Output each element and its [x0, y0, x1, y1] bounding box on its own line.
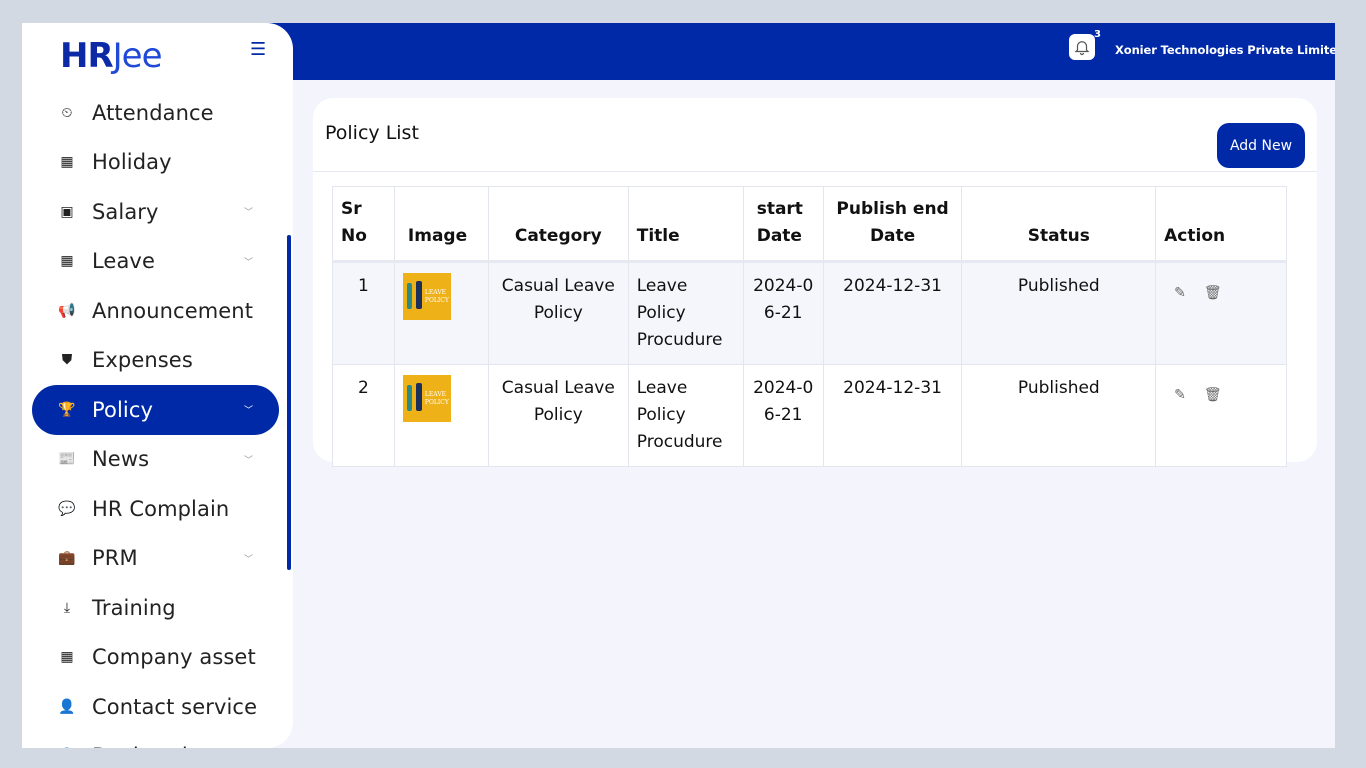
trash-icon[interactable]: 🗑 [1204, 382, 1222, 409]
chevron-down-icon: ﹀ [243, 257, 253, 268]
cell-title: Leave Policy Procudure [627, 261, 744, 365]
sidebar-menu: ⏲ Attendance ▦ Holiday ▣ Salary ﹀ ▦ Leave ﹀ 📢 Annou… [32, 88, 279, 748]
sidebar-item-label: News [92, 447, 150, 472]
user-icon: 👤 [58, 698, 76, 715]
sidebar-item-company-asset[interactable]: ▦ Company asset [32, 633, 279, 683]
calendar-icon: ▦ [60, 154, 74, 171]
column-header-start-date: start Date [742, 186, 824, 262]
divider [313, 171, 1317, 172]
sidebar-item-expenses[interactable]: ⛊ Expenses [32, 336, 279, 386]
company-selector[interactable]: Xonier Technologies Private Limited❯ [1115, 43, 1335, 57]
calendar-icon: ▦ [60, 649, 74, 666]
sidebar-item-hr-complain[interactable]: 💬 HR Complain [32, 484, 279, 534]
cell-sr-no: 1 [332, 261, 395, 365]
sidebar-item-training[interactable]: ⤓ Training [32, 583, 279, 633]
megaphone-icon: 📢 [58, 302, 76, 319]
sidebar-item-label: Attendance [92, 100, 214, 125]
column-header-image: Image [393, 186, 489, 262]
cell-status: Published [961, 261, 1157, 365]
cell-start-date: 2024-06-21 [742, 261, 824, 365]
add-new-button[interactable]: Add New [1217, 123, 1305, 168]
sidebar-item-prm[interactable]: 💼 PRM ﹀ [32, 534, 279, 584]
sidebar-item-label: Announcement [92, 298, 254, 323]
clock-icon: ⏲ [61, 104, 73, 121]
sidebar-item-label: Declaration [92, 744, 214, 748]
sidebar-item-announcement[interactable]: 📢 Announcement [32, 286, 279, 336]
sidebar-item-holiday[interactable]: ▦ Holiday [32, 138, 279, 188]
table-row: 1 LEAVE POLICY Casual Leave Policy Leave Po… [332, 261, 1287, 365]
sidebar-item-label: Leave [92, 249, 155, 274]
money-icon: ▣ [60, 203, 74, 220]
cell-title: Leave Policy Procudure [627, 364, 744, 467]
newspaper-icon: 📰 [58, 451, 76, 468]
trash-icon[interactable]: 🗑 [1204, 280, 1222, 307]
chevron-down-icon: ﹀ [243, 455, 253, 466]
company-name: Xonier Technologies Private Limited [1115, 43, 1335, 57]
cell-category: Casual Leave Policy [487, 261, 629, 365]
thumbnail-text: LEAVE POLICY [424, 289, 449, 304]
app-window: 3 Xonier Technologies Private Limited❯ H… [22, 23, 1335, 748]
cell-action: ✎ 🗑 [1155, 261, 1287, 365]
sidebar-item-label: HR Complain [92, 496, 230, 521]
sidebar-item-news[interactable]: 📰 News ﹀ [32, 435, 279, 485]
cell-start-date: 2024-06-21 [742, 364, 824, 467]
chevron-down-icon: ﹀ [243, 554, 253, 565]
column-header-status: Status [961, 186, 1157, 262]
column-header-sr-no: Sr No [332, 186, 395, 262]
sidebar-item-label: PRM [92, 546, 138, 571]
edit-icon[interactable]: ✎ [1174, 280, 1186, 307]
cell-status: Published [961, 364, 1157, 467]
sidebar-item-label: Policy [92, 397, 154, 422]
page-title: Policy List [325, 122, 419, 144]
download-icon: ⤓ [63, 599, 71, 616]
cell-sr-no: 2 [332, 364, 395, 467]
policy-table: Sr No Image Category Title start Date Pu… [332, 186, 1287, 467]
column-header-action: Action [1155, 186, 1287, 262]
hamburger-menu-icon[interactable]: ☰ [250, 39, 266, 60]
sidebar-item-label: Expenses [92, 348, 193, 373]
notification-count: 3 [1094, 29, 1101, 40]
sidebar-item-contact-service[interactable]: 👤 Contact service [32, 682, 279, 732]
sidebar-item-policy[interactable]: 🏆 Policy ﹀ [32, 385, 279, 435]
sidebar-scrollbar[interactable] [287, 235, 291, 570]
chevron-down-icon: ﹀ [243, 406, 253, 417]
notification-bell-icon[interactable] [1069, 34, 1095, 60]
sidebar-item-salary[interactable]: ▣ Salary ﹀ [32, 187, 279, 237]
cell-end-date: 2024-12-31 [822, 364, 963, 467]
logo-suffix: Jee [112, 36, 163, 76]
sidebar: HRJee ☰ ⏲ Attendance ▦ Holiday ▣ Salary ﹀ ▦ Leav… [22, 23, 293, 748]
cell-image: LEAVE POLICY [393, 261, 489, 365]
policy-thumbnail[interactable]: LEAVE POLICY [402, 375, 451, 422]
chevron-down-icon: ﹀ [243, 208, 253, 219]
sidebar-item-label: Training [92, 595, 176, 620]
thumbnail-text: LEAVE POLICY [424, 391, 449, 406]
cell-action: ✎ 🗑 [1155, 364, 1287, 467]
logo-main: HR [60, 36, 114, 76]
hrjee-logo[interactable]: HRJee [60, 33, 163, 79]
shield-icon: ⛊ [61, 352, 73, 369]
table-row: 2 LEAVE POLICY Casual Leave Policy Leave Po… [332, 364, 1287, 467]
calendar-icon: ▦ [60, 253, 74, 270]
policy-list-card: Policy List Add New Sr No Image Category… [313, 98, 1317, 467]
sidebar-item-label: Salary [92, 199, 159, 224]
sidebar-item-label: Holiday [92, 150, 172, 175]
cell-category: Casual Leave Policy [487, 364, 629, 467]
column-header-title: Title [627, 186, 744, 262]
sidebar-item-leave[interactable]: ▦ Leave ﹀ [32, 237, 279, 287]
column-header-publish-end-date: Publish end Date [822, 186, 963, 262]
policy-thumbnail[interactable]: LEAVE POLICY [402, 273, 451, 320]
briefcase-icon: 💼 [58, 550, 76, 567]
sidebar-item-declaration[interactable]: 👤Declaration [32, 732, 279, 748]
sidebar-item-label: Contact service [92, 694, 258, 719]
table-header-row: Sr No Image Category Title start Date Pu… [332, 186, 1287, 262]
edit-icon[interactable]: ✎ [1174, 382, 1186, 409]
column-header-category: Category [487, 186, 629, 262]
sidebar-item-label: Company asset [92, 645, 256, 670]
sidebar-item-attendance[interactable]: ⏲ Attendance [32, 88, 279, 138]
cell-image: LEAVE POLICY [393, 364, 489, 467]
comments-icon: 💬 [58, 500, 76, 517]
cell-end-date: 2024-12-31 [822, 261, 963, 365]
trophy-icon: 🏆 [58, 401, 76, 418]
